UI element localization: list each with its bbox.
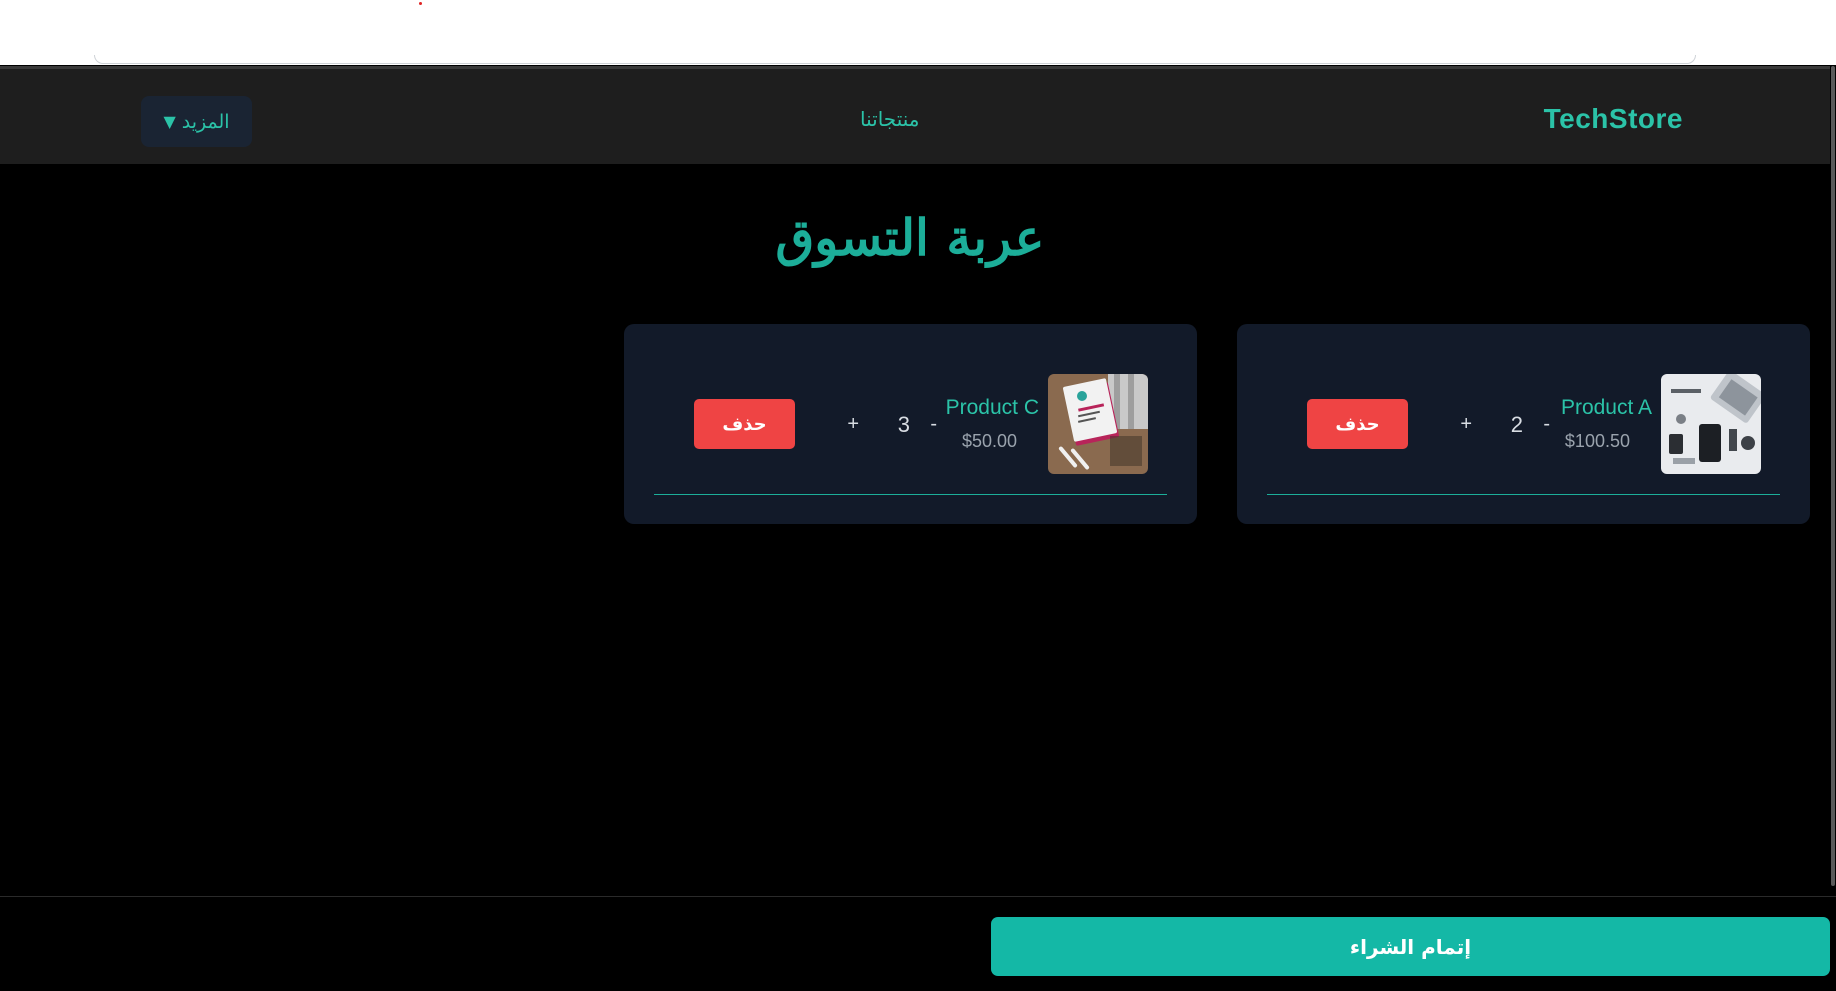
navbar: TechStore منتجاتنا المزيد ▼ (0, 66, 1836, 164)
checkout-button[interactable]: إتمام الشراء (991, 917, 1830, 976)
caret-down-icon: ▼ (163, 112, 176, 131)
product-price: $100.50 (1564, 431, 1630, 451)
scrollbar-thumb[interactable] (1831, 66, 1835, 886)
decrease-quantity-button[interactable]: - (1543, 413, 1550, 436)
increase-quantity-button[interactable]: + (1460, 413, 1472, 436)
page: TechStore منتجاتنا المزيد ▼ عربة التسوق (0, 0, 1836, 991)
product-image (1048, 374, 1148, 474)
brand-logo[interactable]: TechStore (1544, 103, 1683, 135)
delete-item-button[interactable]: حذف (1307, 399, 1408, 449)
book-photo-icon (1048, 374, 1148, 474)
nav-link-products[interactable]: منتجاتنا (860, 107, 919, 131)
card-divider (654, 494, 1167, 495)
browser-top-area (0, 0, 1836, 65)
cart-item-card: Product A $100.50 - 2 + حذف (1237, 324, 1810, 524)
cart-item-card: Product C $50.00 - 3 + حذف (624, 324, 1197, 524)
browser-address-bar[interactable] (94, 55, 1696, 64)
decrease-quantity-button[interactable]: - (930, 413, 937, 436)
product-image (1661, 374, 1761, 474)
product-name: Product C (945, 396, 1039, 419)
more-label: المزيد (181, 110, 230, 133)
quantity-value: 3 (897, 412, 910, 437)
red-dot-marker (419, 2, 422, 5)
increase-quantity-button[interactable]: + (847, 413, 859, 436)
product-name: Product A (1560, 396, 1652, 419)
delete-item-button[interactable]: حذف (694, 399, 795, 449)
page-title: عربة التسوق (775, 208, 1045, 267)
quantity-value: 2 (1510, 412, 1523, 437)
card-divider (1267, 494, 1780, 495)
footer-divider (0, 896, 1836, 897)
laptop-photo-icon (1661, 374, 1761, 474)
product-price: $50.00 (961, 431, 1017, 451)
more-dropdown-button[interactable]: المزيد ▼ (141, 96, 252, 147)
